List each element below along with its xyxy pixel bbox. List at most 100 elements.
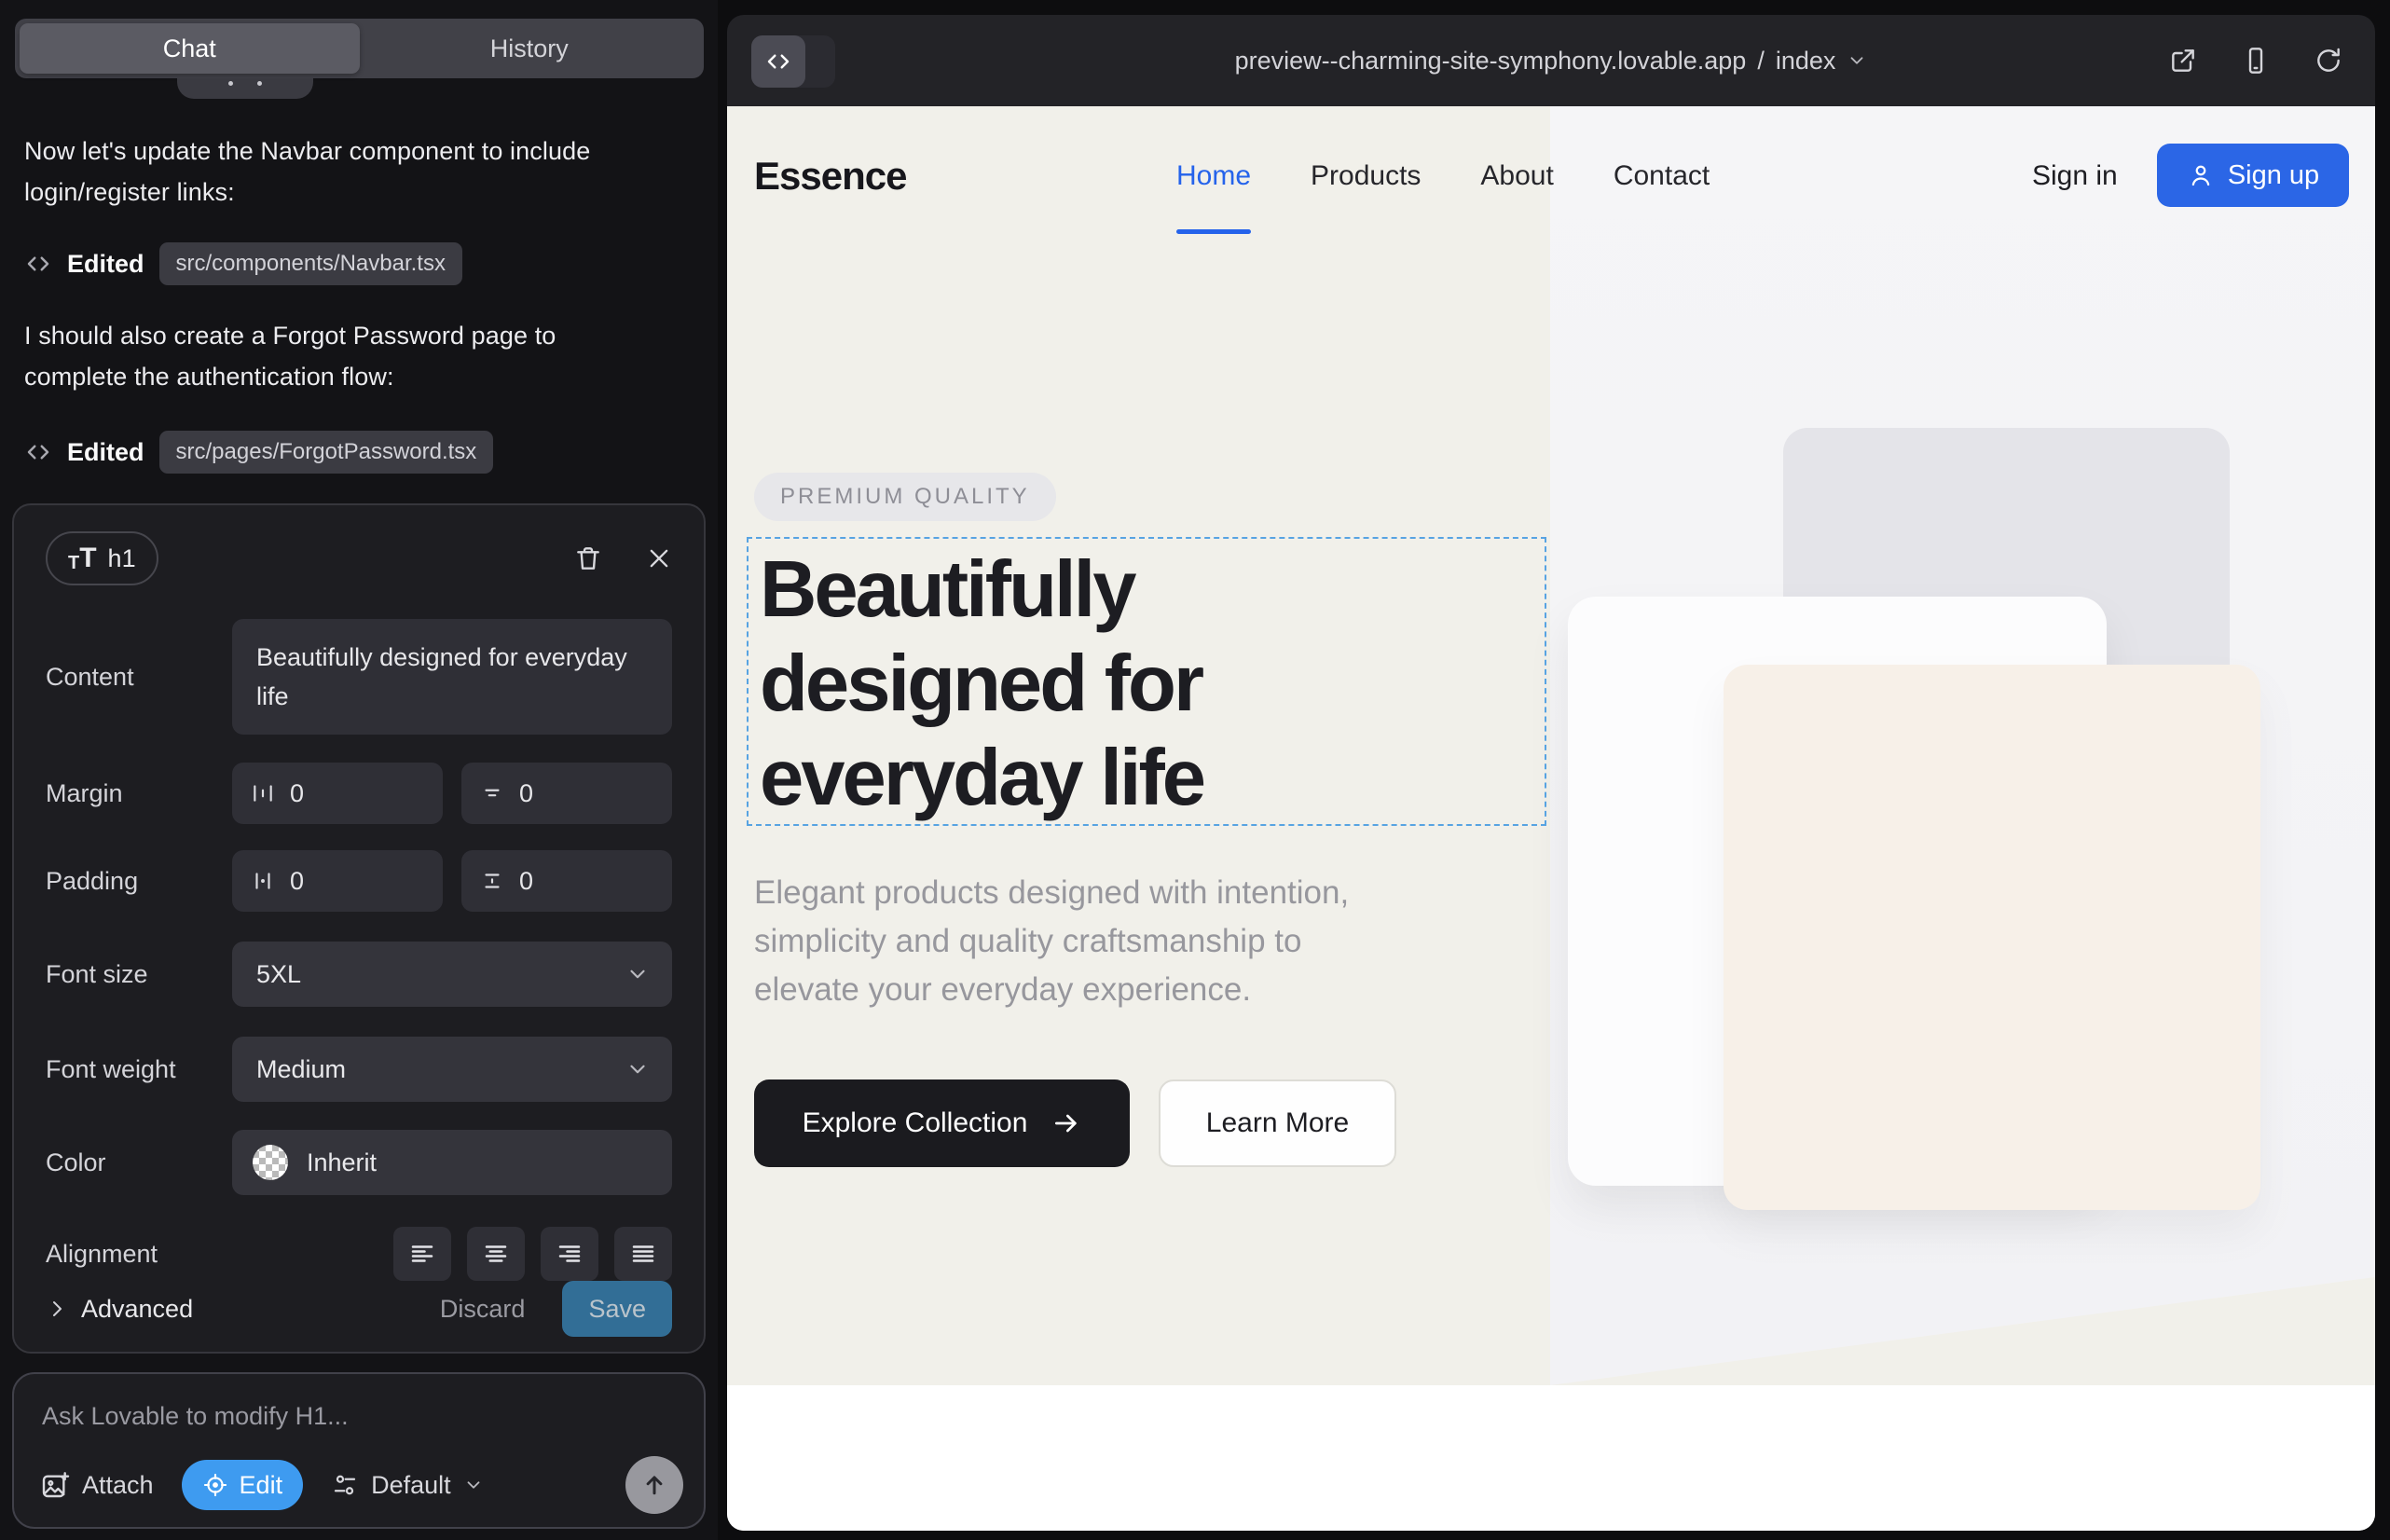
preview-browser-bar: preview--charming-site-symphony.lovable.…: [727, 15, 2375, 106]
site-logo[interactable]: Essence: [754, 106, 906, 246]
mobile-view-button[interactable]: [2241, 46, 2271, 76]
save-button[interactable]: Save: [562, 1281, 672, 1337]
chat-message: Now let's update the Navbar component to…: [24, 131, 621, 213]
refresh-button[interactable]: [2314, 46, 2343, 76]
content-input[interactable]: Beautifully designed for everyday life: [232, 619, 672, 735]
file-badge[interactable]: src/pages/ForgotPassword.tsx: [159, 431, 494, 474]
element-tag-pill: TT h1: [46, 531, 158, 585]
content-label: Content: [46, 663, 232, 692]
code-icon: [24, 438, 52, 466]
font-weight-label: Font weight: [46, 1055, 232, 1084]
align-right-button[interactable]: [541, 1227, 598, 1281]
user-icon: [2187, 161, 2215, 189]
code-icon: [751, 35, 805, 88]
decorative-cream-card: [1724, 665, 2260, 1210]
chevron-right-icon: [46, 1298, 68, 1320]
align-justify-icon: [629, 1240, 657, 1268]
default-mode-button[interactable]: Default: [331, 1471, 484, 1500]
attach-button[interactable]: Attach: [40, 1470, 154, 1500]
sign-up-button[interactable]: Sign up: [2157, 144, 2349, 207]
preview-window: preview--charming-site-symphony.lovable.…: [727, 15, 2375, 1531]
nav-link-about[interactable]: About: [1480, 160, 1553, 192]
padding-x-icon: [251, 869, 275, 893]
padding-x-input[interactable]: 0: [232, 850, 443, 912]
margin-y-input[interactable]: 0: [461, 763, 672, 824]
sliders-icon: [331, 1471, 359, 1499]
chevron-down-icon: [625, 1057, 650, 1081]
target-icon: [202, 1472, 228, 1498]
edited-file-row: Edited src/pages/ForgotPassword.tsx: [24, 431, 493, 474]
chevron-down-icon: [1847, 50, 1867, 71]
margin-x-icon: [251, 781, 275, 805]
chat-message: I should also create a Forgot Password p…: [24, 315, 621, 397]
edited-file-row: Edited src/components/Navbar.tsx: [24, 242, 462, 285]
element-inspector: TT h1 Content Beautifully designed for e…: [12, 503, 706, 1354]
nav-link-contact[interactable]: Contact: [1614, 160, 1710, 192]
edited-label: Edited: [67, 250, 144, 279]
discard-button[interactable]: Discard: [440, 1295, 526, 1324]
font-weight-select[interactable]: Medium: [232, 1037, 672, 1102]
padding-label: Padding: [46, 867, 232, 896]
advanced-toggle[interactable]: Advanced: [46, 1295, 193, 1324]
nav-link-products[interactable]: Products: [1311, 160, 1421, 192]
tab-bar: Chat History: [15, 19, 704, 78]
delete-element-button[interactable]: [573, 543, 603, 573]
send-button[interactable]: [625, 1456, 683, 1514]
preview-path: index: [1776, 47, 1836, 76]
selected-h1-element[interactable]: Beautifully designed for everyday life: [747, 537, 1546, 826]
site-canvas: Essence Home Products About Contact Sign…: [727, 106, 2375, 1531]
padding-y-icon: [480, 869, 504, 893]
tab-history[interactable]: History: [360, 23, 700, 74]
code-icon: [24, 250, 52, 278]
site-navbar: Essence Home Products About Contact Sign…: [727, 106, 2375, 246]
edited-label: Edited: [67, 438, 144, 467]
nav-link-home[interactable]: Home: [1176, 160, 1251, 192]
align-justify-button[interactable]: [614, 1227, 672, 1281]
explore-collection-button[interactable]: Explore Collection: [754, 1079, 1130, 1167]
transparency-swatch-icon: [253, 1145, 288, 1180]
path-separator: /: [1757, 47, 1765, 76]
chat-panel: Chat History Now let's update the Navbar…: [0, 0, 718, 1540]
sign-in-link[interactable]: Sign in: [2032, 106, 2118, 246]
margin-y-icon: [480, 781, 504, 805]
align-right-icon: [556, 1240, 584, 1268]
chevron-down-icon: [463, 1475, 484, 1495]
align-center-button[interactable]: [467, 1227, 525, 1281]
trash-icon: [573, 543, 603, 573]
close-icon: [646, 545, 672, 571]
alignment-label: Alignment: [46, 1240, 232, 1269]
open-in-new-tab-button[interactable]: [2168, 46, 2198, 76]
chat-composer: Ask Lovable to modify H1... Attach Edit …: [12, 1372, 706, 1529]
file-badge[interactable]: src/components/Navbar.tsx: [159, 242, 462, 285]
section-below-hero: [727, 1385, 2375, 1531]
element-tag-name: h1: [108, 544, 136, 573]
arrow-up-icon: [640, 1471, 668, 1499]
edit-mode-button[interactable]: Edit: [182, 1460, 304, 1510]
align-left-button[interactable]: [393, 1227, 451, 1281]
mobile-icon: [2241, 46, 2271, 76]
preview-url[interactable]: preview--charming-site-symphony.lovable.…: [1235, 47, 1868, 76]
align-center-icon: [482, 1240, 510, 1268]
padding-y-input[interactable]: 0: [461, 850, 672, 912]
chevron-down-icon: [625, 962, 650, 986]
color-select[interactable]: Inherit: [232, 1130, 672, 1195]
font-size-label: Font size: [46, 960, 232, 989]
type-icon: TT: [68, 544, 97, 572]
learn-more-button[interactable]: Learn More: [1159, 1079, 1396, 1167]
close-inspector-button[interactable]: [646, 545, 672, 571]
attach-image-icon: [40, 1470, 70, 1500]
inspector-header: TT h1: [46, 531, 672, 585]
color-label: Color: [46, 1148, 232, 1177]
external-link-icon: [2168, 46, 2198, 76]
font-size-select[interactable]: 5XL: [232, 942, 672, 1007]
refresh-icon: [2314, 46, 2343, 76]
hero-paragraph: Elegant products designed with intention…: [754, 869, 1349, 1014]
code-preview-toggle[interactable]: [751, 35, 835, 88]
tab-chat[interactable]: Chat: [20, 23, 360, 74]
truncated-message-pill: [177, 78, 313, 99]
arrow-right-icon: [1051, 1108, 1081, 1138]
composer-input[interactable]: Ask Lovable to modify H1...: [42, 1402, 676, 1431]
margin-x-input[interactable]: 0: [232, 763, 443, 824]
align-left-icon: [408, 1240, 436, 1268]
hero-heading: Beautifully designed for everyday life: [760, 543, 1203, 825]
